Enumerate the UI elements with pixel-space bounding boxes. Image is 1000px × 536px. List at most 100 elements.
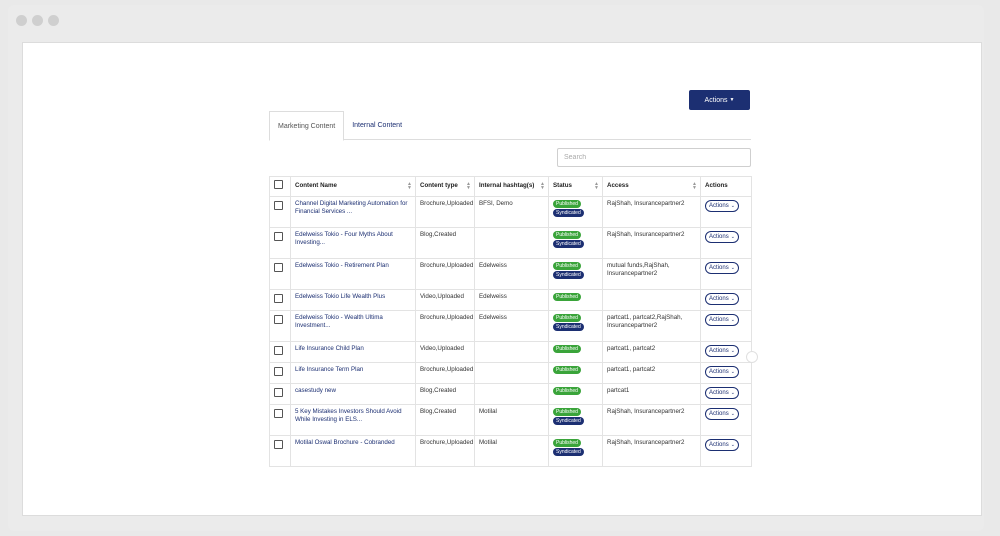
select-all-checkbox[interactable] [274,180,283,189]
row-checkbox[interactable] [274,293,283,303]
content-name-link[interactable]: Channel Digital Marketing Automation for… [295,200,407,216]
hashtag-cell [474,382,549,405]
row-checkbox[interactable] [274,387,283,397]
row-actions-button[interactable]: Actions ⌄ [705,438,739,451]
content-name-link[interactable]: Motilal Oswal Brochure - Cobranded [295,439,395,446]
row-checkbox[interactable] [274,408,283,418]
access-cell: RajShah, Insurancepartner2 [602,226,701,259]
row-checkbox[interactable] [274,200,283,210]
content-name-line: Life Insurance Term Plan [295,365,364,373]
row-checkbox[interactable] [274,366,283,376]
access-cell: partcat1, partcat2 [602,361,701,384]
content-name-cell: Edelweiss Tokio Life Wealth Plus [290,288,416,311]
content-name-cell: Channel Digital Marketing Automation for… [290,195,416,228]
content-name-cell: Motilal Oswal Brochure - Cobranded [290,434,416,467]
row-select-cell [269,195,291,228]
row-actions-label: Actions [709,347,729,354]
row-select-cell [269,257,291,290]
select-all-cell [269,176,291,197]
hashtag-cell: Edelweiss [474,257,549,290]
col-header-label: Status [553,182,572,189]
row-checkbox[interactable] [274,439,283,449]
content-name-link[interactable]: Edelweiss Tokio - Retirement Plan [295,262,389,269]
actions-dropdown-button[interactable]: Actions ▼ [689,90,750,110]
access-cell: partcat1, partcat2,RajShah, Insurancepart… [602,309,701,342]
content-table: Content Name ▲ ▼ Content type ▲ ▼ Internal h… [269,176,752,467]
col-header-label: Internal hashtag(s) [479,182,535,189]
chevron-down-icon: ⌄ [730,441,735,448]
row-actions-cell: Actions ⌄ [700,340,752,363]
content-type-cell: Blog,Created [415,226,475,259]
content-type-cell: Brochure,Uploaded [415,309,475,342]
row-actions-button[interactable]: Actions ⌄ [705,292,739,305]
content-name-cell: Edelweiss Tokio - Wealth Ultima Investmen… [290,309,416,342]
status-badge-published: Published [553,344,581,353]
search-input[interactable] [557,148,751,167]
row-select-cell [269,403,291,436]
status-badge-syndicated: Syndicated [553,208,584,217]
row-select-cell [269,382,291,405]
content-type-text: Video,Uploaded [420,292,464,300]
content-tabs: Marketing Content Internal Content [269,111,751,141]
access-cell: mutual funds,RajShah, Insurancepartner2 [602,257,701,290]
row-checkbox[interactable] [274,314,283,324]
col-header-content-type[interactable]: Content type ▲ ▼ [415,176,475,197]
content-name-link[interactable]: 5 Key Mistakes Investors Should Avoid Whi… [295,408,402,424]
row-actions-button[interactable]: Actions ⌄ [705,344,739,357]
status-badge-syndicated: Syndicated [553,447,584,456]
sort-icon: ▲ ▼ [594,181,599,191]
access-cell: partcat1 [602,382,701,405]
status-badge-syndicated: Syndicated [553,239,584,248]
row-actions-cell: Actions ⌄ [700,226,752,259]
status-cell: Published Syndicated [548,309,603,342]
table-row: casestudy new Blog,Created Published partca… [269,382,752,405]
row-select-cell [269,361,291,384]
hashtag-cell: Motilal [474,403,549,436]
hashtag-text: Motilal [479,438,497,446]
col-header-access[interactable]: Access ▲ ▼ [602,176,701,197]
access-text: Insurancepartner2 [607,322,658,329]
col-header-hashtags[interactable]: Internal hashtag(s) ▲ ▼ [474,176,549,197]
hashtag-text: Edelweiss [479,261,507,269]
col-header-content-name[interactable]: Content Name ▲ ▼ [290,176,416,197]
window-controls [16,15,59,26]
row-actions-button[interactable]: Actions ⌄ [705,386,739,399]
status-cell: Published Syndicated [548,195,603,228]
content-name-link[interactable]: Edelweiss Tokio - Wealth Ultima Investmen… [295,314,383,330]
table-row: Edelweiss Tokio - Wealth Ultima Investmen… [269,309,752,342]
status-badge-syndicated: Syndicated [553,270,584,279]
row-actions-button[interactable]: Actions ⌄ [705,313,739,326]
row-checkbox[interactable] [274,345,283,355]
row-checkbox[interactable] [274,231,283,241]
access-cell: RajShah, Insurancepartner2 [602,195,701,228]
row-actions-cell: Actions ⌄ [700,195,752,228]
content-type-cell: Blog,Created [415,382,475,405]
content-name-line: Financial Services ... [295,208,353,215]
row-actions-button[interactable]: Actions ⌄ [705,199,739,212]
row-actions-button[interactable]: Actions ⌄ [705,407,739,420]
scroll-handle[interactable] [746,351,758,363]
tab-marketing-content[interactable]: Marketing Content [269,111,345,141]
content-name-link[interactable]: Edelweiss Tokio Life Wealth Plus [295,293,385,300]
row-select-cell [269,340,291,363]
table-row: Motilal Oswal Brochure - Cobranded Brochu… [269,434,752,467]
content-name-link[interactable]: casestudy new [295,387,336,394]
content-name-link[interactable]: Edelweiss Tokio - Four Myths About Invest… [295,231,393,247]
row-actions-button[interactable]: Actions ⌄ [705,261,739,274]
content-name-link[interactable]: Life Insurance Term Plan [295,366,363,373]
tab-internal-content[interactable]: Internal Content [344,111,410,140]
row-actions-button[interactable]: Actions ⌄ [705,365,739,378]
content-name-line: While Investing in ELS... [295,416,363,423]
row-checkbox[interactable] [274,262,283,272]
row-actions-cell: Actions ⌄ [700,434,752,467]
col-header-status[interactable]: Status ▲ ▼ [548,176,603,197]
status-cell: Published Syndicated [548,257,603,290]
table-header-row: Content Name ▲ ▼ Content type ▲ ▼ Internal h… [269,176,752,197]
content-type-text: Brochure,Uploaded [420,438,474,446]
content-name-link[interactable]: Life Insurance Child Plan [295,345,364,352]
row-actions-button[interactable]: Actions ⌄ [705,230,739,243]
status-cell: Published Syndicated [548,403,603,436]
sort-icon: ▲ ▼ [540,181,545,191]
status-badge-published: Published [553,386,581,395]
chevron-down-icon: ⌄ [730,368,735,375]
